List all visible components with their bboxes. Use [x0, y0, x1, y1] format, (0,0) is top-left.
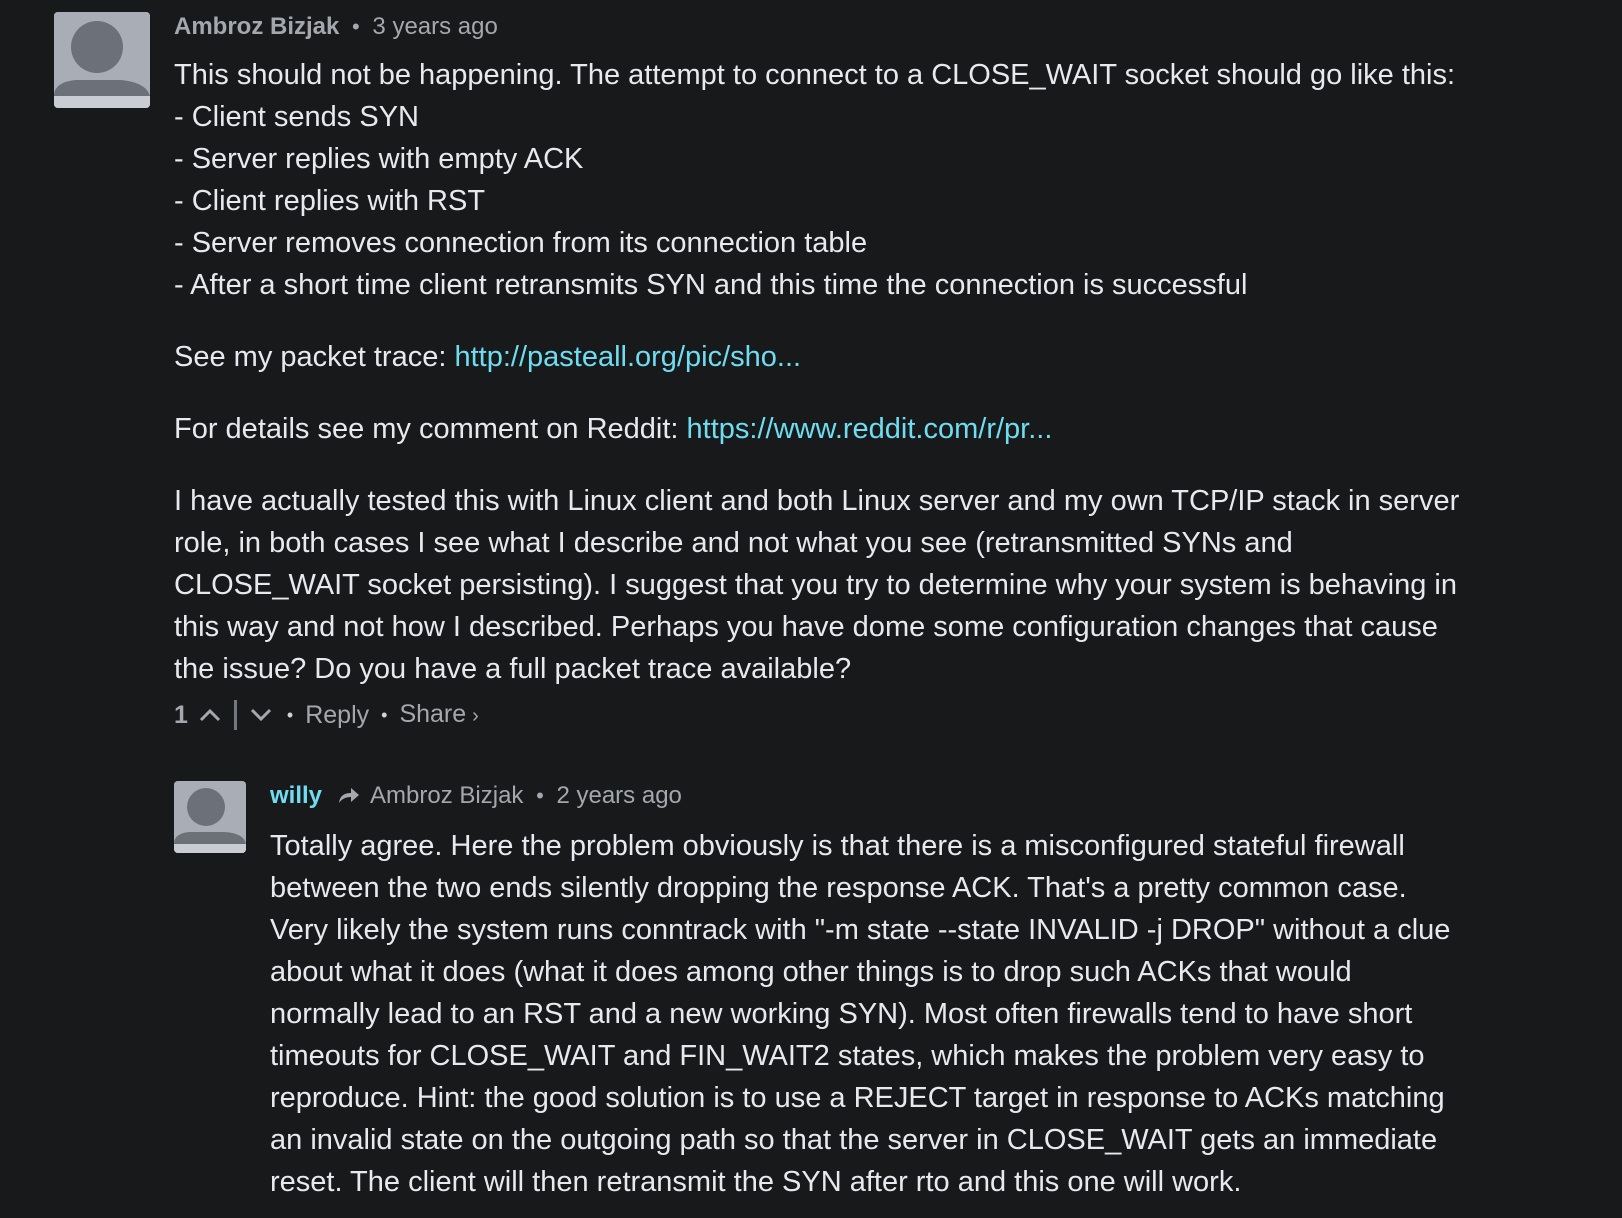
- author-name[interactable]: Ambroz Bizjak: [174, 13, 339, 40]
- body-line: Totally agree. Here the problem obviousl…: [270, 830, 1405, 862]
- avatar[interactable]: [54, 12, 150, 108]
- comment-header: willy Ambroz Bizjak • 2 years ago: [270, 781, 1520, 813]
- avatar[interactable]: [174, 781, 246, 853]
- vote-count: 1: [174, 701, 188, 729]
- timestamp[interactable]: 2 years ago: [556, 782, 681, 809]
- body-line: this way and not how I described. Perhap…: [174, 611, 1438, 643]
- reply-to-name[interactable]: Ambroz Bizjak: [370, 782, 523, 809]
- header-dot: •: [352, 14, 360, 39]
- comment-body: Totally agree. Here the problem obviousl…: [270, 825, 1520, 1203]
- body-line: between the two ends silently dropping t…: [270, 872, 1407, 904]
- share-label: Share: [399, 700, 467, 728]
- paragraph: Totally agree. Here the problem obviousl…: [270, 825, 1520, 1203]
- body-line: - Server removes connection from its con…: [174, 227, 868, 259]
- header-dot: •: [536, 783, 544, 808]
- comment-content: Ambroz Bizjak • 3 years ago This should …: [174, 12, 1514, 734]
- chevron-up-icon: [199, 708, 220, 722]
- body-line: - After a short time client retransmits …: [174, 269, 1248, 301]
- user-silhouette-icon: [174, 781, 246, 853]
- trace-prefix: See my packet trace:: [174, 341, 455, 373]
- body-line: - Client replies with RST: [174, 185, 486, 217]
- share-button[interactable]: Share ›: [399, 696, 478, 734]
- reply-comment: willy Ambroz Bizjak • 2 years ago Totall…: [174, 781, 1584, 1203]
- footer-dot: •: [381, 705, 388, 725]
- reddit-prefix: For details see my comment on Reddit:: [174, 413, 687, 445]
- paragraph: For details see my comment on Reddit: ht…: [174, 408, 1514, 450]
- paragraph: I have actually tested this with Linux c…: [174, 480, 1514, 690]
- reddit-link[interactable]: https://www.reddit.com/r/pr...: [687, 413, 1053, 445]
- body-line: Very likely the system runs conntrack wi…: [270, 914, 1451, 946]
- upvote-button[interactable]: [196, 701, 224, 729]
- paragraph: See my packet trace: http://pasteall.org…: [174, 336, 1514, 378]
- body-line: normally lead to an RST and a new workin…: [270, 998, 1413, 1030]
- comment-footer: 1 • Reply • Share ›: [174, 696, 1514, 734]
- chevron-right-icon: ›: [472, 705, 479, 727]
- body-line: about what it does (what it does among o…: [270, 956, 1352, 988]
- body-line: - Client sends SYN: [174, 101, 419, 133]
- downvote-button[interactable]: [247, 701, 275, 729]
- comment: Ambroz Bizjak • 3 years ago This should …: [54, 12, 1584, 734]
- body-line: reproduce. Hint: the good solution is to…: [270, 1082, 1445, 1114]
- body-line: I have actually tested this with Linux c…: [174, 485, 1460, 517]
- body-line: timeouts for CLOSE_WAIT and FIN_WAIT2 st…: [270, 1040, 1425, 1072]
- body-line: the issue? Do you have a full packet tra…: [174, 653, 852, 685]
- comment-body: This should not be happening. The attemp…: [174, 54, 1514, 690]
- packet-trace-link[interactable]: http://pasteall.org/pic/sho...: [454, 341, 801, 373]
- body-line: This should not be happening. The attemp…: [174, 59, 1456, 91]
- body-line: role, in both cases I see what I describ…: [174, 527, 1293, 559]
- footer-dot: •: [286, 705, 294, 725]
- paragraph: This should not be happening. The attemp…: [174, 54, 1514, 306]
- body-line: reset. The client will then retransmit t…: [270, 1166, 1242, 1198]
- chevron-down-icon: [250, 708, 271, 722]
- author-name[interactable]: willy: [270, 782, 322, 809]
- timestamp[interactable]: 3 years ago: [372, 13, 497, 40]
- body-line: an invalid state on the outgoing path so…: [270, 1124, 1438, 1156]
- user-silhouette-icon: [54, 12, 150, 108]
- vote-separator: [233, 700, 237, 730]
- reply-button[interactable]: Reply: [305, 697, 369, 733]
- body-line: - Server replies with empty ACK: [174, 143, 584, 175]
- comment-thread: Ambroz Bizjak • 3 years ago This should …: [54, 12, 1584, 1203]
- comment-content: willy Ambroz Bizjak • 2 years ago Totall…: [270, 781, 1520, 1203]
- reply-arrow-icon: [337, 783, 361, 813]
- body-line: CLOSE_WAIT socket persisting). I suggest…: [174, 569, 1457, 601]
- comment-header: Ambroz Bizjak • 3 years ago: [174, 12, 1514, 42]
